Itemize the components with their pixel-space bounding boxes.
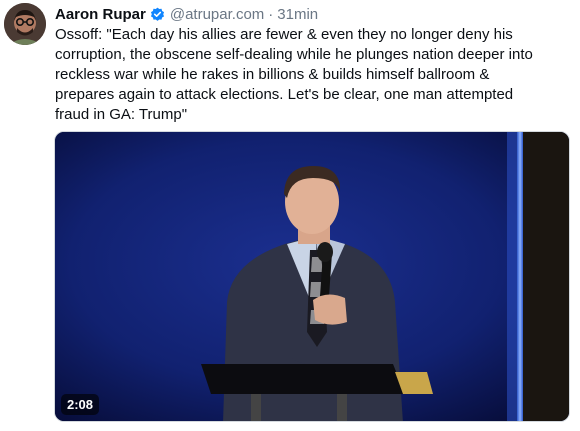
post-header: Aaron Rupar @atrupar.com · 31min <box>55 4 318 24</box>
header-separator: · <box>268 5 274 23</box>
video-thumbnail <box>55 132 569 421</box>
video-duration-badge: 2:08 <box>61 394 100 415</box>
author-handle[interactable]: @atrupar.com <box>170 6 264 23</box>
avatar[interactable] <box>4 3 46 45</box>
verified-check-icon <box>150 7 165 22</box>
post-timestamp[interactable]: 31min <box>277 6 318 23</box>
post-body-text: Ossoff: "Each day his allies are fewer &… <box>55 26 533 123</box>
video-player[interactable]: 2:08 <box>54 131 570 422</box>
author-name[interactable]: Aaron Rupar <box>55 6 146 23</box>
avatar-image <box>4 3 46 45</box>
post-card[interactable]: Aaron Rupar @atrupar.com · 31min Ossoff:… <box>0 0 580 431</box>
